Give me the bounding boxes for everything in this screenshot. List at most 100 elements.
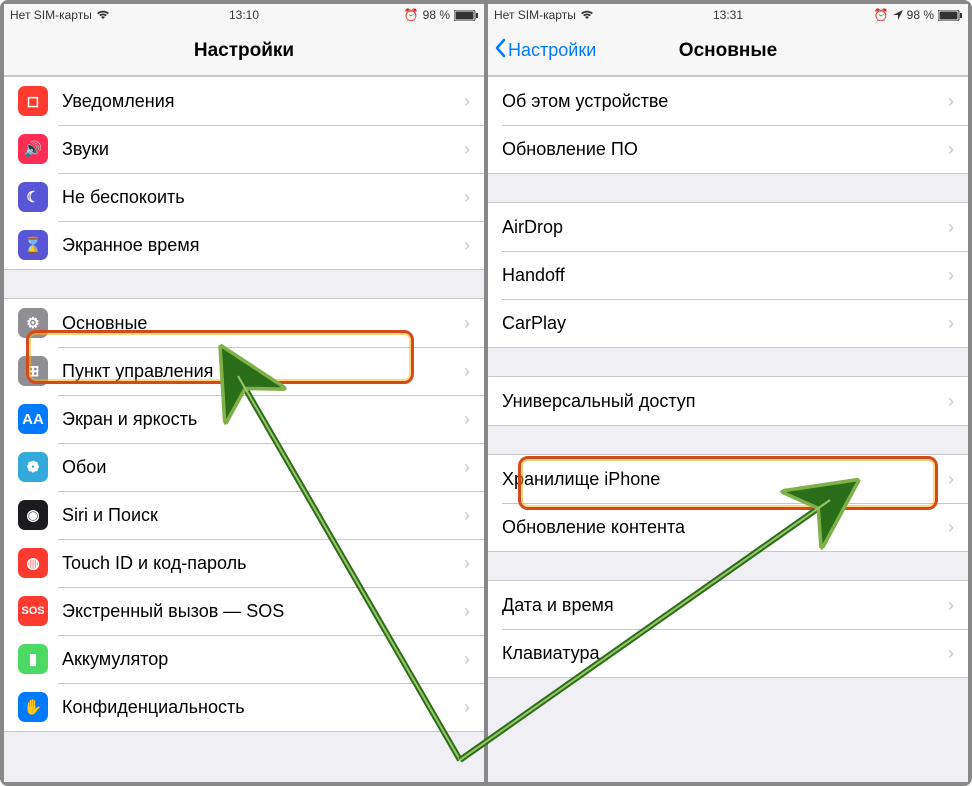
row-label: Siri и Поиск [62,505,464,526]
settings-row-display[interactable]: AA Экран и яркость› [4,395,484,443]
settings-row-siri[interactable]: ◉ Siri и Поиск› [4,491,484,539]
settings-row-sos[interactable]: SOSЭкстренный вызов — SOS› [4,587,484,635]
row-label: Не беспокоить [62,187,464,208]
settings-row-general[interactable]: ⚙ Основные› [4,299,484,347]
general-row[interactable]: CarPlay› [488,299,968,347]
settings-row-privacy[interactable]: ✋Конфиденциальность› [4,683,484,731]
clock-text: 13:31 [713,8,743,22]
wallpaper-icon: ❁ [18,452,48,482]
general-icon: ⚙ [18,308,48,338]
page-title: Настройки [194,40,294,62]
row-label: Клавиатура [502,643,948,664]
general-group: AirDrop›Handoff›CarPlay› [488,202,968,348]
chevron-right-icon: › [464,409,470,430]
notifications-icon: ◻︎ [18,86,48,116]
clock-text: 13:10 [229,8,259,22]
screentime-icon: ⌛ [18,230,48,260]
row-label: Обои [62,457,464,478]
nav-back-button[interactable]: Настройки [494,26,596,75]
row-label: Уведомления [62,91,464,112]
carrier-text: Нет SIM-карты [10,8,92,22]
nav-back-label: Настройки [508,40,596,61]
row-label: Звуки [62,139,464,160]
battery-icon: ▮ [18,644,48,674]
chevron-right-icon: › [948,217,954,238]
settings-row-notifications[interactable]: ◻︎ Уведомления› [4,77,484,125]
row-label: Основные [62,313,464,334]
chevron-right-icon: › [464,139,470,160]
chevron-right-icon: › [948,313,954,334]
chevron-right-icon: › [948,139,954,160]
battery-icon [938,10,962,21]
row-label: Обновление контента [502,517,948,538]
row-label: Об этом устройстве [502,91,948,112]
chevron-right-icon: › [464,601,470,622]
status-bar: Нет SIM-карты 13:10 ⏰ 98 % [4,4,484,26]
chevron-right-icon: › [464,649,470,670]
row-label: Экран и яркость [62,409,464,430]
general-row[interactable]: Дата и время› [488,581,968,629]
alarm-icon: ⏰ [404,8,419,22]
phone-general-detail: Нет SIM-карты 13:31 ⏰ 98 % [484,4,968,782]
general-row[interactable]: Обновление контента› [488,503,968,551]
battery-percent: 98 % [423,8,450,22]
general-row[interactable]: Об этом устройстве› [488,77,968,125]
chevron-right-icon: › [464,505,470,526]
general-row[interactable]: Универсальный доступ› [488,377,968,425]
chevron-right-icon: › [948,643,954,664]
sos-icon: SOS [18,596,48,626]
settings-group: ◻︎Уведомления›🔊Звуки›☾Не беспокоить›⌛Экр… [4,76,484,270]
battery-icon [454,10,478,21]
chevron-right-icon: › [948,517,954,538]
settings-row-sounds[interactable]: 🔊 Звуки› [4,125,484,173]
chevron-right-icon: › [948,91,954,112]
controlcenter-icon: ⊞ [18,356,48,386]
chevron-right-icon: › [464,91,470,112]
chevron-right-icon: › [948,391,954,412]
row-label: Дата и время [502,595,948,616]
general-group: Хранилище iPhone›Обновление контента› [488,454,968,552]
settings-row-wallpaper[interactable]: ❁ Обои› [4,443,484,491]
row-label: CarPlay [502,313,948,334]
settings-row-battery[interactable]: ▮Аккумулятор› [4,635,484,683]
row-label: Touch ID и код-пароль [62,553,464,574]
general-row[interactable]: Handoff› [488,251,968,299]
general-group: Универсальный доступ› [488,376,968,426]
display-icon: AA [18,404,48,434]
chevron-right-icon: › [464,313,470,334]
general-group: Дата и время›Клавиатура› [488,580,968,678]
settings-row-screentime[interactable]: ⌛ Экранное время› [4,221,484,269]
chevron-right-icon: › [464,361,470,382]
carrier-text: Нет SIM-карты [494,8,576,22]
settings-row-controlcenter[interactable]: ⊞ Пункт управления› [4,347,484,395]
row-label: Handoff [502,265,948,286]
nav-bar: Настройки [4,26,484,76]
sounds-icon: 🔊 [18,134,48,164]
chevron-right-icon: › [464,457,470,478]
chevron-right-icon: › [464,235,470,256]
general-list[interactable]: Об этом устройстве›Обновление ПО›AirDrop… [488,76,968,782]
page-title: Основные [679,40,777,62]
chevron-right-icon: › [464,553,470,574]
row-label: Пункт управления [62,361,464,382]
general-row[interactable]: AirDrop› [488,203,968,251]
settings-row-dnd[interactable]: ☾Не беспокоить› [4,173,484,221]
general-row[interactable]: Клавиатура› [488,629,968,677]
row-label: Обновление ПО [502,139,948,160]
general-row[interactable]: Хранилище iPhone› [488,455,968,503]
battery-percent: 98 % [907,8,934,22]
touchid-icon: ◍ [18,548,48,578]
row-label: Универсальный доступ [502,391,948,412]
chevron-right-icon: › [948,595,954,616]
general-row[interactable]: Обновление ПО› [488,125,968,173]
wifi-icon [580,10,594,20]
nav-bar: Настройки Основные [488,26,968,76]
chevron-right-icon: › [948,265,954,286]
wifi-icon [96,10,110,20]
siri-icon: ◉ [18,500,48,530]
settings-row-touchid[interactable]: ◍ Touch ID и код-пароль› [4,539,484,587]
chevron-left-icon [494,38,506,63]
settings-list[interactable]: ◻︎Уведомления›🔊Звуки›☾Не беспокоить›⌛Экр… [4,76,484,782]
row-label: Экранное время [62,235,464,256]
status-bar: Нет SIM-карты 13:31 ⏰ 98 % [488,4,968,26]
